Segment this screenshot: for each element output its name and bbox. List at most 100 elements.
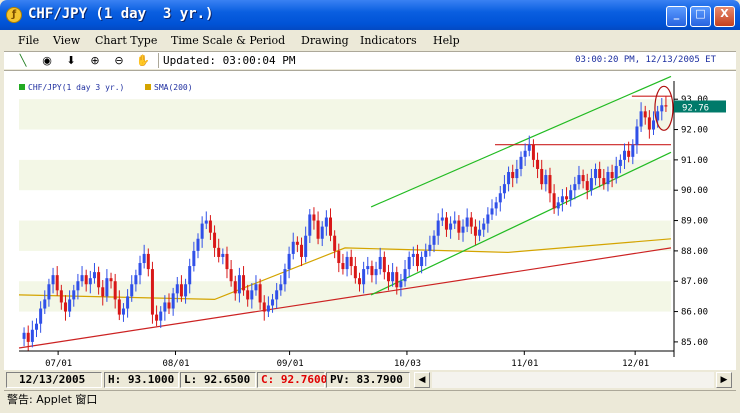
candle-body (635, 126, 639, 145)
candle-body (357, 278, 361, 285)
candle-body (283, 269, 287, 285)
candle-body (490, 208, 494, 215)
candle-body (507, 172, 511, 185)
status-close: C: 92.7600 (257, 372, 327, 388)
candle-body (39, 308, 43, 324)
candle-body (407, 256, 411, 270)
candle-body (536, 159, 540, 169)
candle-body (614, 165, 618, 179)
candle-body (345, 256, 349, 270)
scroll-right-button[interactable]: ▶ (716, 372, 732, 388)
candle-body (250, 290, 254, 300)
candle-body (262, 302, 266, 312)
candle-body (200, 223, 204, 239)
applet-warning: 警告: Applet 窗口 (4, 390, 736, 410)
menu-file[interactable]: File (18, 34, 39, 47)
x-tick-label: 11/01 (511, 359, 538, 369)
candle-body (184, 284, 188, 297)
candle-body (97, 272, 101, 288)
candle-body (511, 172, 515, 179)
candle-body (341, 263, 345, 270)
pencil-icon[interactable]: ╲ (16, 54, 30, 68)
candle-body (159, 311, 163, 321)
candle-body (444, 217, 448, 230)
candle-body (610, 172, 614, 179)
legend-label-price: CHF/JPY(1 day 3 yr.) (28, 83, 124, 92)
toolbar-separator (158, 53, 159, 68)
target-icon[interactable]: ◉ (40, 54, 54, 68)
candle-body (316, 220, 320, 239)
candle-body (606, 172, 610, 185)
horizontal-scrollbar[interactable] (432, 372, 714, 388)
candle-body (432, 235, 436, 245)
candle-body (623, 150, 627, 160)
candle-body (386, 272, 390, 282)
candle-body (589, 178, 593, 191)
menu-view[interactable]: View (53, 34, 80, 47)
candle-body (30, 329, 34, 342)
candle-body (63, 302, 67, 312)
maximize-button[interactable]: □ (690, 6, 711, 27)
status-pv: PV: 83.7900 (326, 372, 410, 388)
candle-body (399, 281, 403, 288)
candle-body (196, 238, 200, 251)
candle-body (527, 144, 531, 151)
candle-body (47, 284, 51, 300)
grab-icon[interactable]: ✋ (136, 54, 150, 68)
candle-body (242, 275, 246, 291)
menu-chart-type[interactable]: Chart Type (95, 34, 157, 47)
candle-body (515, 168, 519, 179)
zoom-in-icon[interactable]: ⊕ (88, 54, 102, 68)
status-date: 12/13/2005 (6, 372, 102, 388)
quote-status-bar: 12/13/2005 H: 93.1000 L: 92.6500 C: 92.7… (4, 371, 736, 389)
x-tick-label: 09/01 (277, 359, 304, 369)
x-tick-label: 12/01 (622, 359, 649, 369)
menu-drawing[interactable]: Drawing (301, 34, 349, 47)
scroll-left-button[interactable]: ◀ (414, 372, 430, 388)
candle-body (494, 202, 498, 209)
candle-body (631, 144, 635, 157)
candle-body (88, 278, 92, 285)
price-chart[interactable]: 85.00 86.00 87.00 88.00 89.00 90.00 91.00 92.00… (4, 71, 736, 371)
candle-body (544, 175, 548, 185)
chart-area[interactable]: 85.00 86.00 87.00 88.00 89.00 90.00 91.00 92.00… (4, 70, 736, 370)
price-band (19, 159, 671, 191)
candle-body (660, 105, 664, 112)
candle-body (163, 302, 167, 312)
candle-body (320, 226, 324, 239)
legend-swatch-price (19, 84, 25, 90)
candle-body (109, 278, 113, 282)
y-tick-label: 88.00 (681, 247, 708, 257)
candle-body (134, 275, 138, 285)
candle-body (266, 305, 270, 312)
down-arrow-icon[interactable]: ⬇ (64, 54, 78, 68)
candle-body (643, 111, 647, 118)
candle-body (213, 232, 217, 248)
minimize-button[interactable]: _ (666, 6, 687, 27)
candle-body (171, 293, 175, 309)
menu-help[interactable]: Help (433, 34, 460, 47)
candle-body (585, 181, 589, 191)
candle-body (117, 299, 121, 315)
candle-body (461, 226, 465, 233)
toolbar: ╲ ◉ ⬇ ⊕ ⊖ ✋ Updated: 03:00:04 PM 03:00:2… (4, 51, 736, 69)
candle-body (329, 217, 333, 236)
candle-body (101, 287, 105, 297)
x-tick-label: 08/01 (162, 359, 189, 369)
candle-body (469, 217, 473, 227)
status-high: H: 93.1000 (104, 372, 179, 388)
candle-body (258, 284, 262, 303)
candle-body (43, 299, 47, 309)
close-button[interactable]: X (714, 6, 735, 27)
candle-body (287, 253, 291, 270)
candle-body (155, 314, 159, 321)
candle-body (627, 150, 631, 157)
zoom-out-icon[interactable]: ⊖ (112, 54, 126, 68)
menu-indicators[interactable]: Indicators (360, 34, 417, 47)
candle-body (581, 175, 585, 182)
candle-body (204, 220, 208, 224)
candle-body (308, 214, 312, 236)
candle-body (221, 253, 225, 257)
candle-body (519, 156, 523, 169)
menu-time-scale[interactable]: Time Scale & Period (171, 34, 285, 47)
